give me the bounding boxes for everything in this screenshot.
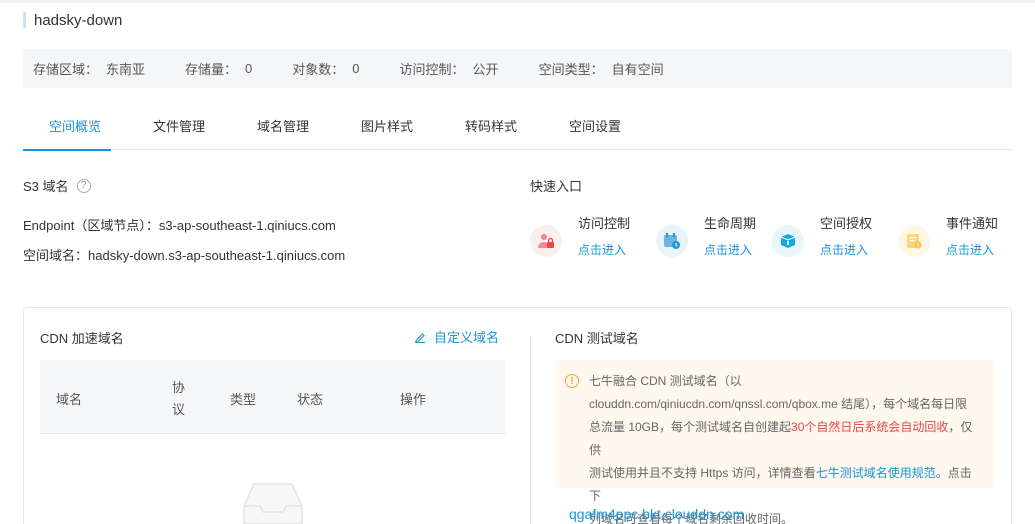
custom-domain-button[interactable]: 自定义域名: [414, 327, 499, 346]
col-protocol-1: 协: [172, 380, 186, 395]
tab-overview[interactable]: 空间概览: [23, 110, 127, 151]
col-status: 状态: [297, 392, 324, 407]
quick-item-link[interactable]: 点击进入: [578, 241, 630, 259]
col-type: 类型: [230, 392, 257, 407]
lock-user-icon: [530, 225, 562, 257]
space-domain-text: 空间域名：hadsky-down.s3-ap-southeast-1.qiniu…: [23, 248, 346, 263]
info-objects: 对象数： 0: [292, 59, 359, 78]
cdn-table-header: 域名 协 议 类型 状态 操作: [40, 360, 505, 434]
info-type-label: 空间类型：: [538, 62, 604, 77]
endpoint-text: Endpoint（区域节点）：s3-ap-southeast-1.qiniucs…: [23, 218, 336, 233]
quick-item-label: 生命周期: [704, 216, 757, 231]
bucket-name: hadsky-down: [34, 11, 123, 29]
warning-icon: !: [565, 374, 579, 388]
usage-spec-link[interactable]: 七牛测试域名使用规范: [816, 466, 936, 480]
quick-item-access-control: 访问控制 点击进入: [530, 215, 630, 259]
help-icon[interactable]: ?: [76, 178, 91, 193]
info-access-value: 公开: [472, 62, 499, 77]
cdn-test-domain-title: CDN 测试域名: [555, 331, 639, 346]
info-storage-value: 0: [245, 61, 253, 76]
notice-text: 测试使用并且不支持 Https 访问，详情查看: [589, 466, 816, 480]
tab-bar: 空间概览 文件管理 域名管理 图片样式 转码样式 空间设置: [23, 110, 1012, 151]
info-type: 空间类型： 自有空间: [539, 59, 664, 78]
info-objects-value: 0: [352, 61, 360, 76]
info-access: 访问控制： 公开: [400, 59, 499, 78]
quick-entry-title: 快速入口: [530, 179, 583, 194]
custom-domain-label: 自定义域名: [434, 330, 500, 345]
quick-item-label: 事件通知: [946, 216, 999, 231]
info-storage: 存储量： 0: [185, 59, 252, 78]
s3-domain-title: S3 域名: [23, 179, 69, 194]
info-region-value: 东南亚: [106, 62, 146, 77]
col-actions: 操作: [400, 392, 427, 407]
quick-item-label: 访问控制: [578, 216, 631, 231]
col-domain: 域名: [56, 392, 83, 407]
title-accent-bar: [23, 12, 26, 28]
notice-text: 总流量 10GB，每个测试域名自创建起: [589, 420, 792, 434]
quick-item-label: 空间授权: [820, 216, 873, 231]
domain-panel: CDN 加速域名 自定义域名 域名 协 议 类型 状态 操作 CDN 测试域名 …: [23, 307, 1012, 524]
tab-files[interactable]: 文件管理: [127, 110, 231, 150]
tab-image-styles[interactable]: 图片样式: [335, 110, 439, 150]
tab-transcode-styles[interactable]: 转码样式: [439, 110, 543, 150]
info-type-value: 自有空间: [611, 62, 664, 77]
quick-item-lifecycle: 生命周期 点击进入: [656, 215, 756, 259]
quick-item-authorization: 空间授权 点击进入: [772, 215, 872, 259]
recycle-warning: 30个自然日后系统会自动回收: [791, 420, 949, 434]
info-region-label: 存储区域：: [33, 62, 99, 77]
tab-domains[interactable]: 域名管理: [231, 110, 335, 150]
info-region: 存储区域： 东南亚: [33, 59, 145, 78]
test-domain-notice: ! 七牛融合 CDN 测试域名（以 clouddn.com/qiniucdn.c…: [555, 360, 995, 524]
col-protocol-2: 议: [172, 402, 186, 417]
info-objects-label: 对象数：: [292, 62, 345, 77]
test-domain-link[interactable]: qgafm4ppc.bkt.clouddn.com: [569, 506, 744, 522]
top-divider: [0, 0, 1035, 3]
info-storage-label: 存储量：: [185, 62, 238, 77]
box-key-icon: [772, 225, 804, 257]
page-title: hadsky-down: [23, 11, 122, 29]
tab-settings[interactable]: 空间设置: [543, 110, 647, 150]
panel-divider: [530, 336, 531, 524]
notice-icon: [898, 225, 930, 257]
notice-line: 七牛融合 CDN 测试域名（以: [589, 374, 742, 388]
quick-item-link[interactable]: 点击进入: [946, 241, 998, 259]
notice-line: 测试使用并且不支持 Https 访问，详情查看七牛测试域名使用规范。点击下: [589, 462, 983, 508]
calendar-clock-icon: [656, 225, 688, 257]
notice-line: 总流量 10GB，每个测试域名自创建起30个自然日后系统会自动回收，仅供: [589, 416, 983, 462]
quick-item-link[interactable]: 点击进入: [704, 241, 756, 259]
quick-item-event-notice: 事件通知 点击进入: [898, 215, 998, 259]
notice-line: clouddn.com/qiniucdn.com/qnssl.com/qbox.…: [589, 397, 968, 411]
edit-icon: [415, 332, 425, 343]
empty-inbox-icon: [243, 483, 303, 524]
s3-domain-heading: S3 域名 ?: [23, 176, 91, 195]
cdn-domain-title: CDN 加速域名: [40, 331, 124, 346]
info-access-label: 访问控制：: [399, 62, 465, 77]
bucket-info-bar: 存储区域： 东南亚 存储量： 0 对象数： 0 访问控制： 公开 空间类型： 自…: [23, 49, 1012, 88]
quick-item-link[interactable]: 点击进入: [820, 241, 872, 259]
